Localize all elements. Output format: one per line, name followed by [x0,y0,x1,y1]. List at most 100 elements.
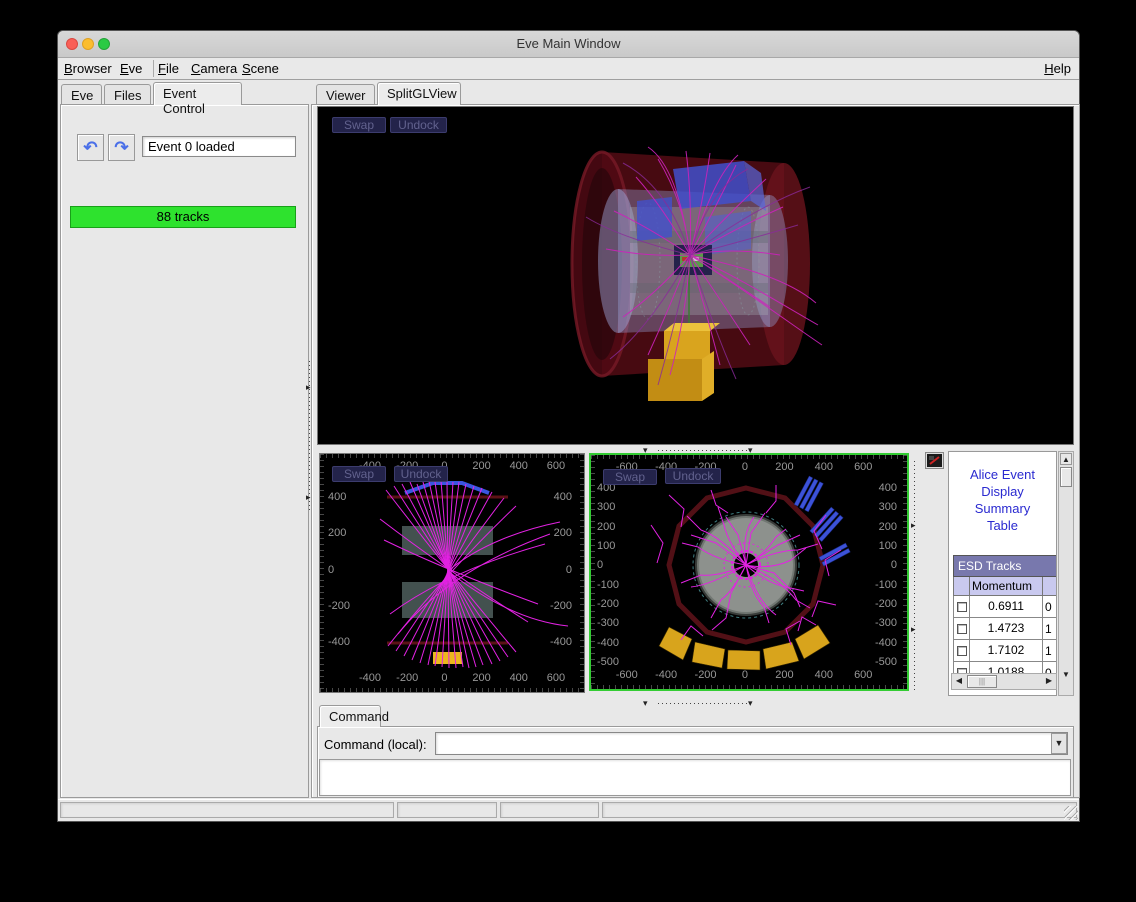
main-3d-viewport[interactable]: Swap Undock [317,106,1074,445]
axis-tick-label: -400 [550,636,572,648]
undock-button[interactable]: Undock [390,117,447,133]
axis-tick-label: -600 [607,669,646,681]
hscrollbar-thumb[interactable]: ||| [967,675,997,688]
command-label: Command (local): [324,737,427,752]
scroll-left-arrow[interactable]: ◀ [953,675,965,688]
tab-eve[interactable]: Eve [61,84,102,105]
axis-tick-label: 200 [597,521,619,533]
menu-camera[interactable]: Camera [191,61,237,76]
table-row[interactable]: 1.7102 1 [953,640,1057,662]
next-column-cell: 0 [1043,600,1057,614]
menu-help[interactable]: Help [1044,61,1071,76]
scroll-up-arrow[interactable]: ▲ [1060,453,1072,465]
tab-files[interactable]: Files [104,84,151,105]
undock-button[interactable]: Undock [665,468,721,484]
axis-tick-label: 200 [464,460,500,472]
alice-detector-3d [318,107,1075,446]
axis-tick-label: 600 [844,669,883,681]
summary-vscrollbar[interactable]: ▲ ▼ [1058,451,1074,696]
axis-tick-label: -500 [597,656,619,668]
summary-splitter[interactable] [914,461,915,691]
tab-splitglview[interactable]: SplitGLView [377,82,461,105]
axis-tick-label: -400 [328,636,350,648]
rhoz-viewport[interactable]: -400-2000200400600 -400-2000200400600 40… [319,453,585,693]
rhophi-y-axis-right: 4003002001000-100-200-300-400-500 [875,482,897,668]
axis-tick-label: -400 [597,637,619,649]
undo-arrow-icon: ↶ [83,138,97,157]
event-status-field[interactable]: Event 0 loaded [142,136,296,157]
axis-tick-label: -200 [550,600,572,612]
axis-tick-label: 200 [765,669,804,681]
swap-button[interactable]: Swap [332,117,386,133]
menu-browser[interactable]: Browser [64,61,112,76]
axis-tick-label: 200 [328,527,350,539]
command-dropdown-button[interactable]: ▼ [1051,733,1067,754]
summary-table-panel: Alice EventDisplaySummaryTable ESD Track… [948,451,1057,696]
axis-tick-label: 0 [426,672,462,684]
axis-tick-label: -200 [597,598,619,610]
momentum-cell: 1.4723 [970,618,1043,639]
row-checkbox[interactable] [957,602,967,612]
summary-title: Alice EventDisplaySummaryTable [949,466,1056,534]
axis-tick-label: -300 [875,617,897,629]
axis-tick-label: 400 [804,461,843,473]
row-checkbox[interactable] [957,646,967,656]
row-checkbox[interactable] [957,624,967,634]
status-bar [58,799,1079,821]
axis-tick-label: 300 [879,501,897,513]
table-row[interactable]: 0.6911 0 [953,596,1057,618]
horizontal-splitter[interactable] [658,703,748,704]
status-segment [60,802,394,818]
axis-tick-label: -200 [328,600,350,612]
redo-arrow-icon: ↷ [114,138,128,157]
command-output[interactable] [319,759,1071,796]
status-segment [602,802,1077,818]
next-column-cell: 1 [1043,622,1057,636]
tab-viewer-1[interactable]: Viewer 1 [316,84,375,105]
axis-tick-label: -200 [686,669,725,681]
summary-title-line: Table [949,517,1056,534]
command-input[interactable] [435,732,1068,755]
axis-tick-label: 100 [597,540,619,552]
menu-eve[interactable]: Eve [120,61,142,76]
swap-button[interactable]: Swap [603,469,657,485]
status-segment [500,802,599,818]
axis-tick-label: -400 [875,637,897,649]
axis-tick-label: 400 [328,491,350,503]
axis-tick-label: 200 [464,672,500,684]
scroll-right-arrow[interactable]: ▶ [1043,675,1055,688]
tab-command[interactable]: Command [319,705,381,727]
axis-tick-label: -400 [352,672,388,684]
status-segment [397,802,497,818]
summary-title-line: Alice Event [949,466,1056,483]
momentum-column-header: Momentum [970,577,1043,595]
summary-title-line: Display [949,483,1056,500]
splitter-arrow-icon: ▸ [911,521,916,529]
rhophi-viewport[interactable]: -600-400-2000200400600 -600-400-20002004… [589,453,909,691]
scroll-down-arrow[interactable]: ▼ [1060,669,1072,681]
swap-button[interactable]: Swap [332,466,386,482]
undock-button[interactable]: Undock [394,466,448,482]
previous-event-button[interactable]: ↶ [77,134,104,161]
tab-event-control[interactable]: Event Control [153,82,242,105]
axis-tick-label: 400 [554,491,572,503]
title-bar[interactable]: Eve Main Window [58,31,1079,58]
axis-tick-label: 400 [804,669,843,681]
vscrollbar-thumb[interactable] [1060,467,1072,487]
canvas-icon[interactable] [925,452,944,469]
menu-file[interactable]: File [158,61,179,76]
axis-tick-label: 200 [879,521,897,533]
table-row[interactable]: 1.4723 1 [953,618,1057,640]
menu-separator [153,60,154,77]
table-header: ESD Tracks [953,555,1057,577]
summary-hscrollbar[interactable]: ◀ ||| ▶ [951,673,1057,690]
resize-grip-icon[interactable] [1064,806,1078,820]
menu-scene[interactable]: Scene [242,61,279,76]
axis-tick-label: -300 [597,617,619,629]
axis-tick-label: -200 [389,672,425,684]
horizontal-splitter[interactable] [658,450,748,451]
momentum-cell: 1.7102 [970,640,1043,661]
axis-tick-label: -200 [875,598,897,610]
next-event-button[interactable]: ↷ [108,134,135,161]
window-title: Eve Main Window [58,36,1079,51]
